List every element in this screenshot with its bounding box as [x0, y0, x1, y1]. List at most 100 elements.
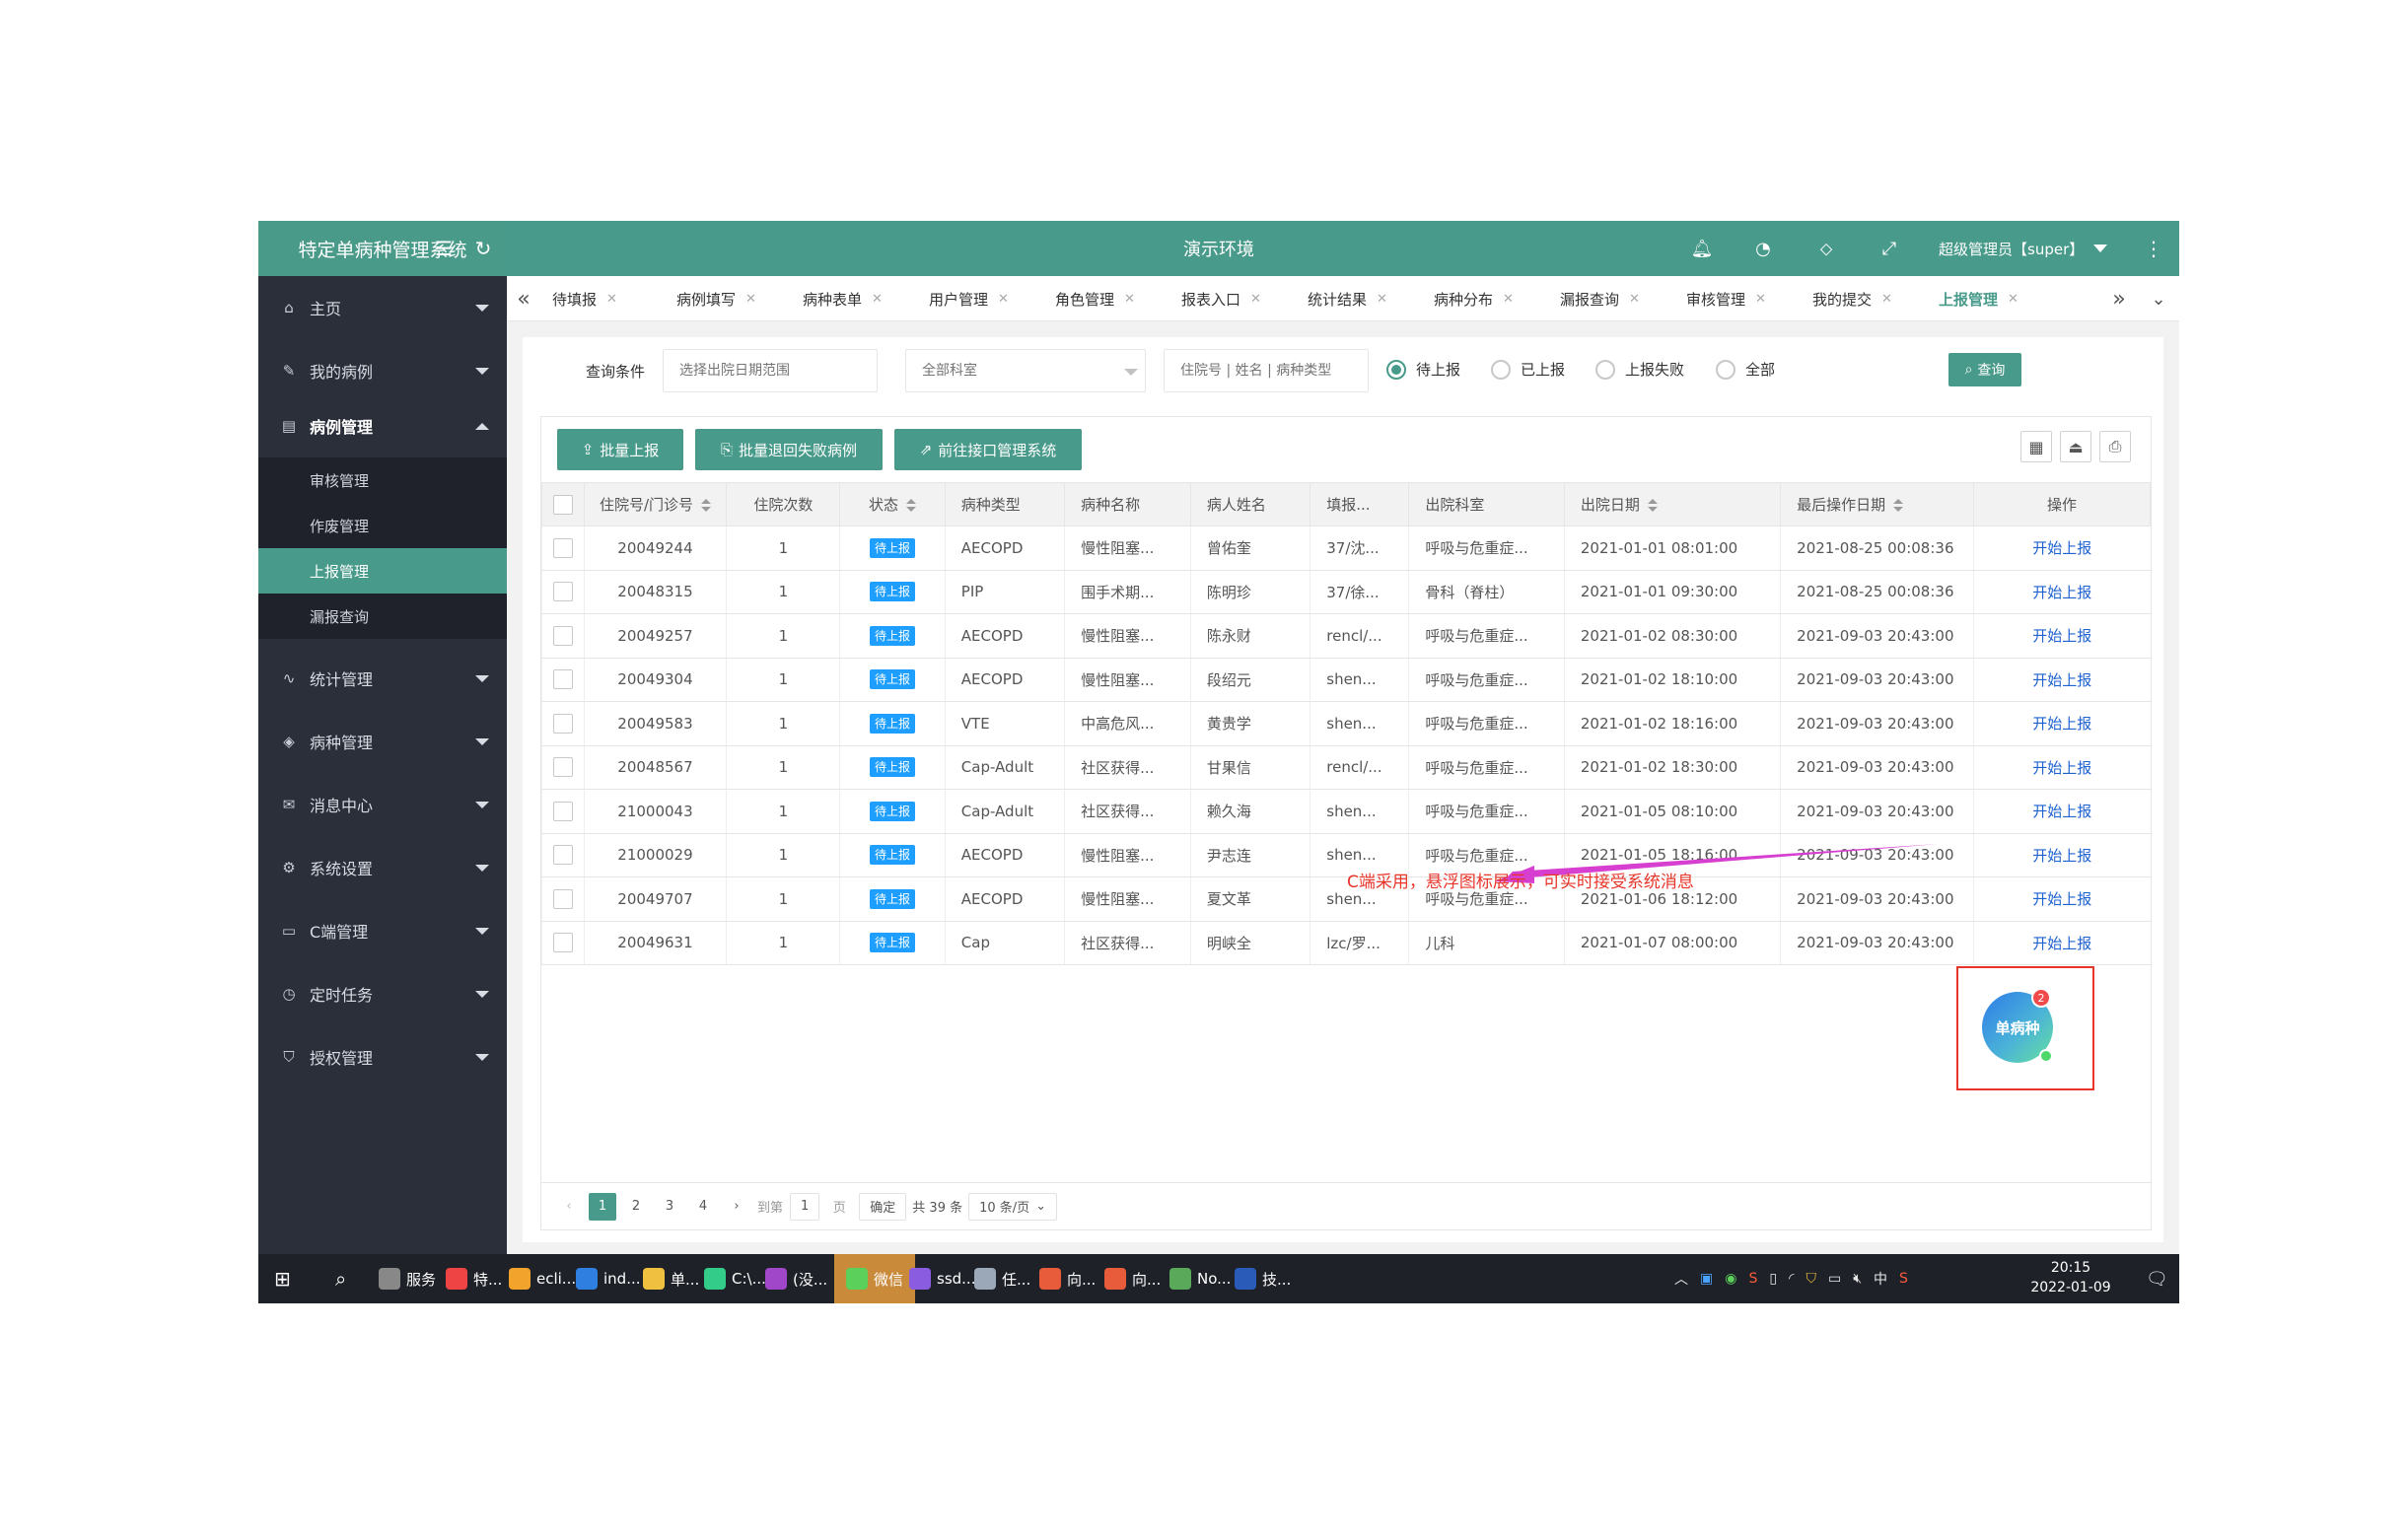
taskbar-app[interactable]: No...	[1169, 1254, 1231, 1303]
tag-icon[interactable]: ⬦	[1812, 235, 1840, 262]
start-report-link[interactable]: 开始上报	[2032, 803, 2091, 820]
shield-tray-icon[interactable]: ⛉	[1806, 1271, 1816, 1287]
batch-return-button[interactable]: ⎘ 批量退回失败病例	[695, 429, 883, 470]
row-select-cell[interactable]	[541, 570, 585, 614]
bell-icon[interactable]: 🔔︎	[1688, 235, 1716, 262]
row-checkbox[interactable]	[552, 669, 573, 690]
sidebar-item-disease[interactable]: ◈ 病种管理	[258, 710, 507, 773]
row-select-cell[interactable]	[541, 613, 585, 659]
battery-icon[interactable]: ▭	[1828, 1271, 1841, 1287]
sidebar-item-my-cases[interactable]: ✎ 我的病例	[258, 339, 507, 402]
usb-icon[interactable]: ▯	[1769, 1271, 1777, 1287]
taskbar-app[interactable]: ind...	[576, 1254, 641, 1303]
tab-scroll-right-icon[interactable]: »	[2104, 276, 2134, 321]
taskbar-app[interactable]: ecli...	[509, 1254, 576, 1303]
sort-icon[interactable]	[1647, 498, 1658, 513]
start-report-link[interactable]: 开始上报	[2032, 539, 2091, 557]
submenu-item-review[interactable]: 审核管理	[258, 457, 507, 503]
row-checkbox[interactable]	[552, 888, 573, 909]
goto-confirm-button[interactable]: 确定	[859, 1192, 907, 1221]
start-report-link[interactable]: 开始上报	[2032, 584, 2091, 601]
tab-case-fill[interactable]: 病例填写 ✕	[676, 276, 756, 321]
sogou-input-icon[interactable]: S	[1899, 1271, 1908, 1287]
export-icon[interactable]: ⏏	[2060, 431, 2091, 462]
row-checkbox[interactable]	[552, 582, 573, 602]
row-select-cell[interactable]	[541, 525, 585, 571]
sidebar-item-statistics[interactable]: ∿ 统计管理	[258, 647, 507, 710]
sidebar-item-settings[interactable]: ⚙ 系统设置	[258, 836, 507, 899]
close-icon[interactable]: ✕	[1503, 292, 1514, 307]
start-report-link[interactable]: 开始上报	[2032, 935, 2091, 952]
taskbar-app[interactable]: (没...	[765, 1254, 827, 1303]
row-checkbox[interactable]	[552, 713, 573, 734]
close-icon[interactable]: ✕	[872, 292, 883, 307]
close-icon[interactable]: ✕	[1377, 292, 1387, 307]
sidebar-item-client[interactable]: ▭ C端管理	[258, 899, 507, 962]
tab-report-entry[interactable]: 报表入口 ✕	[1181, 276, 1261, 321]
radio-reported[interactable]: 已上报	[1491, 359, 1565, 380]
tab-disease-distribution[interactable]: 病种分布 ✕	[1434, 276, 1514, 321]
taskbar-app[interactable]: 向...	[1104, 1254, 1161, 1303]
tab-review-management[interactable]: 审核管理 ✕	[1686, 276, 1766, 321]
close-icon[interactable]: ✕	[1124, 292, 1135, 307]
page-size-select[interactable]: 10 条/页 ⌄	[968, 1192, 1058, 1221]
fullscreen-icon[interactable]: ⤢	[1876, 235, 1903, 262]
row-select-cell[interactable]	[541, 701, 585, 746]
date-range-input[interactable]	[663, 349, 878, 392]
taskbar-app[interactable]: 服务	[379, 1254, 436, 1303]
radio-failed[interactable]: 上报失败	[1595, 359, 1684, 380]
user-menu[interactable]: 超级管理员【super】	[1939, 221, 2108, 276]
start-report-link[interactable]: 开始上报	[2032, 847, 2091, 865]
close-icon[interactable]: ✕	[2008, 292, 2018, 307]
prev-page-icon[interactable]: ‹	[555, 1193, 583, 1221]
column-header[interactable]: 状态	[839, 482, 946, 526]
column-header[interactable]: 住院号/门诊号	[583, 482, 728, 526]
row-select-cell[interactable]	[541, 745, 585, 790]
keyword-input[interactable]	[1164, 349, 1369, 392]
sort-icon[interactable]	[906, 498, 917, 513]
chevron-down-icon[interactable]: ⌄	[2144, 276, 2173, 321]
submenu-item-missed[interactable]: 漏报查询	[258, 594, 507, 639]
radio-pending[interactable]: 待上报	[1386, 359, 1460, 380]
row-select-cell[interactable]	[541, 876, 585, 922]
close-icon[interactable]: ✕	[1629, 292, 1640, 307]
app-tray-icon[interactable]: ▣	[1700, 1271, 1713, 1287]
submenu-item-report[interactable]: 上报管理	[258, 548, 507, 594]
page-3[interactable]: 3	[656, 1193, 683, 1221]
search-button[interactable]: ⌕ 查询	[1948, 353, 2021, 386]
system-clock[interactable]: 20:15 2022-01-09	[2021, 1258, 2120, 1297]
close-icon[interactable]: ✕	[998, 292, 1009, 307]
taskbar-app[interactable]: C:\...	[704, 1254, 766, 1303]
row-checkbox[interactable]	[552, 801, 573, 821]
windows-start-icon[interactable]: ⊞	[274, 1254, 291, 1303]
sidebar-item-home[interactable]: ⌂ 主页	[258, 276, 507, 339]
column-header[interactable]: 最后操作日期	[1780, 482, 1975, 526]
menu-toggle-icon[interactable]: ☰	[430, 235, 458, 262]
taskbar-app[interactable]: 微信	[834, 1254, 916, 1303]
sort-icon[interactable]	[1893, 498, 1904, 513]
select-all-cell[interactable]	[541, 482, 585, 526]
chevron-up-icon[interactable]: ︿	[1674, 1269, 1688, 1289]
close-icon[interactable]: ✕	[1881, 292, 1892, 307]
notification-center-icon[interactable]: 🗨︎	[2146, 1254, 2168, 1303]
close-icon[interactable]: ✕	[745, 292, 756, 307]
theme-icon[interactable]: ◔	[1749, 235, 1777, 262]
row-checkbox[interactable]	[552, 933, 573, 953]
start-report-link[interactable]: 开始上报	[2032, 890, 2091, 908]
taskbar-app[interactable]: 特...	[446, 1254, 502, 1303]
start-report-link[interactable]: 开始上报	[2032, 759, 2091, 777]
tab-role-management[interactable]: 角色管理 ✕	[1055, 276, 1135, 321]
search-icon[interactable]: ⌕	[335, 1254, 346, 1303]
tab-my-submissions[interactable]: 我的提交 ✕	[1812, 276, 1892, 321]
sidebar-item-license[interactable]: ⛉ 授权管理	[258, 1025, 507, 1088]
start-report-link[interactable]: 开始上报	[2032, 715, 2091, 733]
wifi-icon[interactable]: ◜	[1789, 1271, 1794, 1287]
goto-page-input[interactable]: 1	[790, 1192, 820, 1221]
taskbar-app[interactable]: 技...	[1235, 1254, 1291, 1303]
row-select-cell[interactable]	[541, 789, 585, 834]
row-select-cell[interactable]	[541, 658, 585, 702]
batch-report-button[interactable]: ⇪ 批量上报	[557, 429, 683, 470]
taskbar-app[interactable]: ssd...	[909, 1254, 975, 1303]
sort-icon[interactable]	[701, 498, 711, 513]
page-4[interactable]: 4	[689, 1193, 717, 1221]
